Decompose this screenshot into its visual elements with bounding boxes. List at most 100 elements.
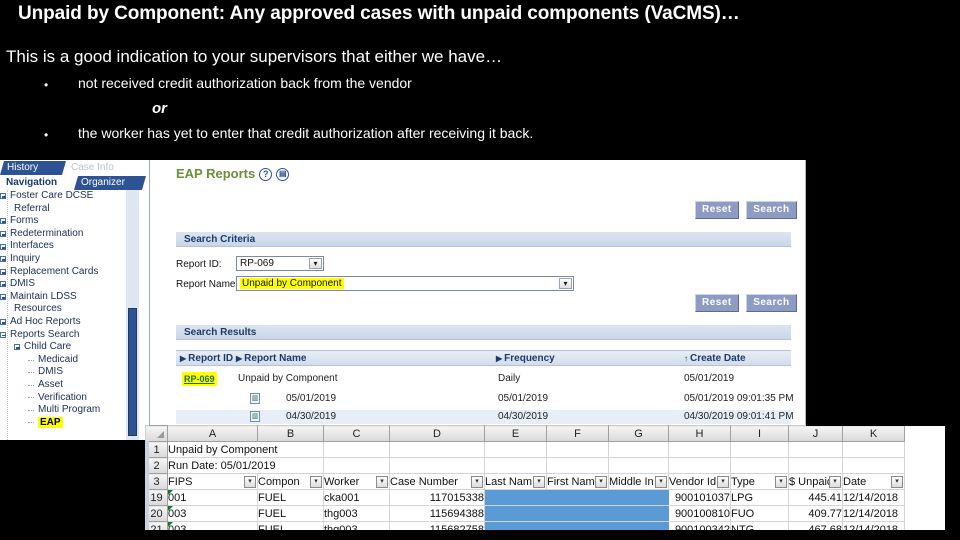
cell-empty[interactable] xyxy=(730,441,789,458)
cell-middle-initial-redacted[interactable] xyxy=(608,489,669,506)
filter-dropdown-icon[interactable]: ▾ xyxy=(655,476,667,488)
excel-file-icon[interactable]: ▥ xyxy=(250,393,260,404)
cell-case-number[interactable]: 117015338 xyxy=(389,489,485,506)
collapse-icon[interactable] xyxy=(0,331,6,338)
notes-icon[interactable]: ▤ xyxy=(276,168,290,182)
cell-last-name-redacted[interactable] xyxy=(484,505,547,522)
cell-empty[interactable] xyxy=(608,441,669,458)
table-row[interactable]: ▥ 04/30/2019 04/30/2019 04/30/2019 09:01… xyxy=(176,410,794,424)
cell-empty[interactable] xyxy=(389,457,485,474)
column-header-H[interactable]: H xyxy=(668,425,731,442)
column-header-E[interactable]: E xyxy=(484,425,547,442)
sidebar-item-inquiry[interactable]: Inquiry xyxy=(0,253,149,266)
reset-button-top[interactable]: Reset xyxy=(695,201,739,219)
report-id-select[interactable]: RP-069 ▾ xyxy=(236,256,324,271)
filter-dropdown-icon[interactable]: ▾ xyxy=(533,476,545,488)
cell-first-name-redacted[interactable] xyxy=(546,505,609,522)
excel-file-icon[interactable]: ▥ xyxy=(250,411,260,422)
cell-unpaid-amount[interactable]: 445.41 xyxy=(788,489,843,506)
cell-empty[interactable] xyxy=(842,441,905,458)
column-header-J[interactable]: J xyxy=(788,425,843,442)
filter-header-cell[interactable]: Vendor Id ▾ xyxy=(668,473,731,490)
chevron-down-icon[interactable]: ▾ xyxy=(559,278,572,289)
cell-empty[interactable] xyxy=(484,457,547,474)
filter-dropdown-icon[interactable]: ▾ xyxy=(244,476,256,488)
filter-header-cell[interactable]: Middle In ▾ xyxy=(608,473,669,490)
select-all-corner[interactable] xyxy=(145,425,168,442)
cell-empty[interactable] xyxy=(484,441,547,458)
filter-dropdown-icon[interactable]: ▾ xyxy=(471,476,483,488)
cell-empty[interactable] xyxy=(323,441,390,458)
help-icon[interactable]: ? xyxy=(259,168,273,182)
expand-icon[interactable] xyxy=(0,268,6,275)
sidebar-item-interfaces[interactable]: Interfaces xyxy=(0,240,149,253)
cell-component[interactable]: FUEL xyxy=(257,489,324,506)
expand-icon[interactable] xyxy=(0,294,6,301)
column-header-K[interactable]: K xyxy=(842,425,905,442)
sidebar-item-replacement-cards[interactable]: Replacement Cards xyxy=(0,266,149,279)
filter-dropdown-icon[interactable]: ▾ xyxy=(717,476,729,488)
column-header-A[interactable]: A xyxy=(167,425,258,442)
cell-worker[interactable]: thg003 xyxy=(323,505,390,522)
expand-icon[interactable] xyxy=(0,256,6,263)
cell-date[interactable]: 12/14/2018 xyxy=(842,505,905,522)
cell-run-date[interactable]: Run Date: 05/01/2019 xyxy=(167,457,324,474)
table-row[interactable]: RP-069 Unpaid by Component Daily 05/01/2… xyxy=(176,372,791,386)
sidebar-item-maintain-ldss[interactable]: Maintain LDSS xyxy=(0,291,149,304)
filter-dropdown-icon[interactable]: ▾ xyxy=(595,476,607,488)
filter-header-cell[interactable]: Worker ▾ xyxy=(323,473,390,490)
chevron-down-icon[interactable]: ▾ xyxy=(309,258,322,269)
cell-fips[interactable]: 001 xyxy=(167,489,258,506)
cell-component[interactable]: FUEL xyxy=(257,505,324,522)
col-header-create-date[interactable]: ↑ Create Date xyxy=(684,351,746,367)
sidebar-scrollbar-thumb[interactable] xyxy=(128,308,137,436)
report-name-select[interactable]: Unpaid by Component ▾ xyxy=(236,276,574,291)
cell-report-title[interactable]: Unpaid by Component xyxy=(167,441,324,458)
filter-dropdown-icon[interactable]: ▾ xyxy=(891,476,903,488)
filter-dropdown-icon[interactable]: ▾ xyxy=(829,476,841,488)
expand-icon[interactable] xyxy=(0,243,6,250)
filter-header-cell[interactable]: FIPS ▾ xyxy=(167,473,258,490)
expand-icon[interactable] xyxy=(0,231,6,238)
search-button-top[interactable]: Search xyxy=(746,201,797,219)
cell-empty[interactable] xyxy=(668,457,731,474)
column-header-B[interactable]: B xyxy=(257,425,324,442)
cell-empty[interactable] xyxy=(608,457,669,474)
sidebar-item-forms[interactable]: Forms xyxy=(0,215,149,228)
cell-fips[interactable]: 003 xyxy=(167,505,258,522)
table-row[interactable]: ▥ 05/01/2019 05/01/2019 05/01/2019 09:01… xyxy=(176,392,794,406)
cell-empty[interactable] xyxy=(546,441,609,458)
cell-case-number[interactable]: 115694388 xyxy=(389,505,485,522)
cell-date[interactable]: 12/14/2018 xyxy=(842,489,905,506)
cell-vendor-id[interactable]: 900101037 xyxy=(668,489,731,506)
sidebar-item-referral[interactable]: Referral xyxy=(0,203,149,216)
column-header-I[interactable]: I xyxy=(730,425,789,442)
cell-empty[interactable] xyxy=(323,457,390,474)
sidebar-item-redetermination[interactable]: Redetermination xyxy=(0,228,149,241)
column-header-F[interactable]: F xyxy=(546,425,609,442)
filter-header-cell[interactable]: Case Number ▾ xyxy=(389,473,485,490)
expand-icon[interactable] xyxy=(0,193,6,200)
col-header-frequency[interactable]: ▶ Frequency xyxy=(496,351,555,367)
cell-type[interactable]: LPG xyxy=(730,489,789,506)
tab-case-info[interactable]: Case Info xyxy=(63,161,137,175)
column-header-D[interactable]: D xyxy=(389,425,485,442)
sidebar-item-foster-care-dcse[interactable]: Foster Care DCSE xyxy=(0,190,149,203)
cell-empty[interactable] xyxy=(788,457,843,474)
filter-header-cell[interactable]: First Nam ▾ xyxy=(546,473,609,490)
cell-empty[interactable] xyxy=(788,441,843,458)
tab-navigation[interactable]: Navigation xyxy=(0,176,78,190)
filter-dropdown-icon[interactable]: ▾ xyxy=(376,476,388,488)
filter-dropdown-icon[interactable]: ▾ xyxy=(310,476,322,488)
report-id-link[interactable]: RP-069 xyxy=(182,372,217,386)
cell-empty[interactable] xyxy=(546,457,609,474)
reset-button-mid[interactable]: Reset xyxy=(695,294,739,312)
cell-last-name-redacted[interactable] xyxy=(484,489,547,506)
cell-type[interactable]: FUO xyxy=(730,505,789,522)
filter-header-cell[interactable]: Date ▾ xyxy=(842,473,905,490)
expand-icon[interactable] xyxy=(0,281,6,288)
cell-empty[interactable] xyxy=(842,457,905,474)
filter-header-cell[interactable]: Type ▾ xyxy=(730,473,789,490)
column-header-G[interactable]: G xyxy=(608,425,669,442)
expand-icon[interactable] xyxy=(0,218,6,225)
